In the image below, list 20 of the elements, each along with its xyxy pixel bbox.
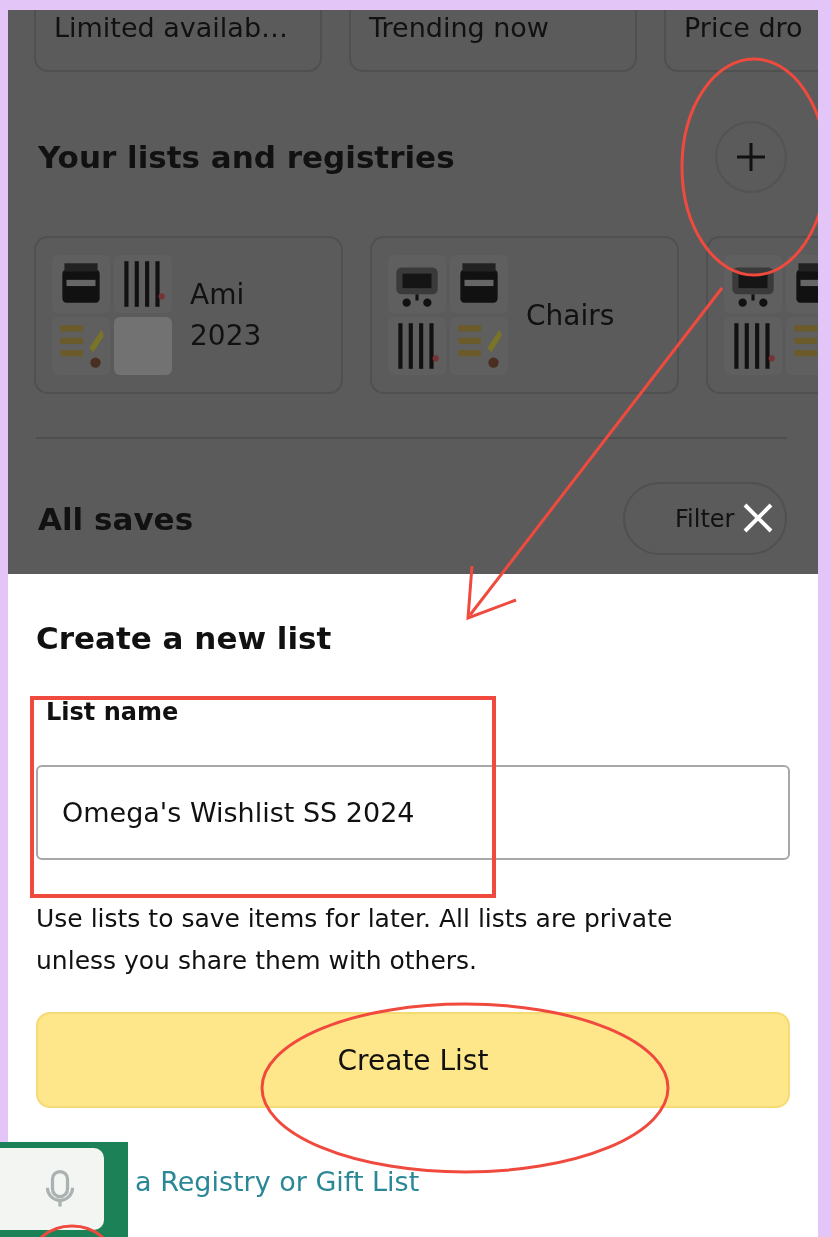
section-title: All saves [37, 500, 194, 537]
plus-icon [736, 142, 766, 172]
create-list-button[interactable]: Create List [36, 1012, 790, 1108]
add-list-button[interactable] [715, 121, 787, 193]
filter-chip[interactable]: Trending now [349, 10, 637, 72]
filter-chip[interactable]: Price dro [664, 10, 818, 72]
registry-link[interactable]: a Registry or Gift List [135, 1166, 420, 1197]
list-card[interactable]: Chairs [370, 236, 679, 394]
close-icon[interactable] [742, 502, 774, 534]
list-name-field[interactable]: Omega's Wishlist SS 2024 [36, 765, 790, 860]
list-name: Ami 2023 [190, 277, 263, 354]
field-label: List name [46, 698, 179, 726]
sheet-title: Create a new list [36, 620, 332, 656]
list-name: Chairs [526, 297, 616, 334]
section-title: Your lists and registries [37, 139, 455, 175]
filter-chip[interactable]: Limited availab… [34, 10, 322, 72]
list-card[interactable]: Ami 2023 [34, 236, 343, 394]
filter-button[interactable]: Filter [623, 482, 787, 555]
help-text: Use lists to save items for later. All lists are private unless you share them with others. [36, 903, 674, 977]
microphone-icon [45, 1169, 75, 1209]
